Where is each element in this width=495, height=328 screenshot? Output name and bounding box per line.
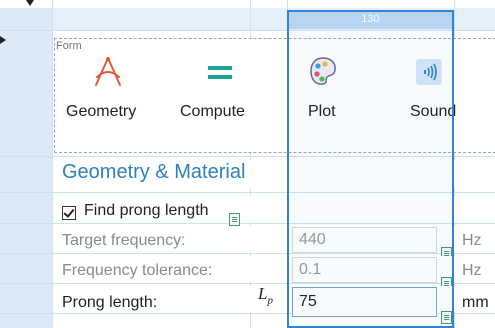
prong-length-label: Prong length: — [62, 294, 158, 311]
column-marker-icon[interactable] — [26, 0, 34, 6]
compute-label: Compute — [180, 103, 245, 120]
checkmark-icon — [63, 206, 75, 218]
row-marker-icon[interactable] — [0, 36, 6, 44]
prong-length-symbol: Lp — [258, 284, 273, 307]
top-margin — [0, 0, 495, 8]
geometry-label: Geometry — [66, 103, 137, 120]
compass-icon — [88, 55, 128, 94]
find-prong-checkbox[interactable] — [62, 206, 76, 220]
description-icon[interactable] — [229, 213, 240, 226]
form-editor-canvas: 130 Form Geometry Compute Plot Sound Geo… — [0, 0, 495, 328]
target-frequency-label: Target frequency: — [62, 232, 186, 249]
equals-icon — [206, 63, 236, 88]
frequency-tolerance-label: Frequency tolerance: — [62, 262, 213, 279]
section-title: Geometry & Material — [62, 161, 246, 183]
grid-line — [52, 0, 53, 328]
frequency-tolerance-unit: Hz — [462, 262, 482, 279]
form-label: Form — [56, 40, 82, 52]
find-prong-label: Find prong length — [84, 202, 209, 219]
prong-length-unit: mm — [462, 294, 489, 311]
target-frequency-unit: Hz — [462, 232, 482, 249]
row-header-strip — [0, 8, 52, 328]
selected-column-highlight[interactable] — [287, 10, 454, 328]
